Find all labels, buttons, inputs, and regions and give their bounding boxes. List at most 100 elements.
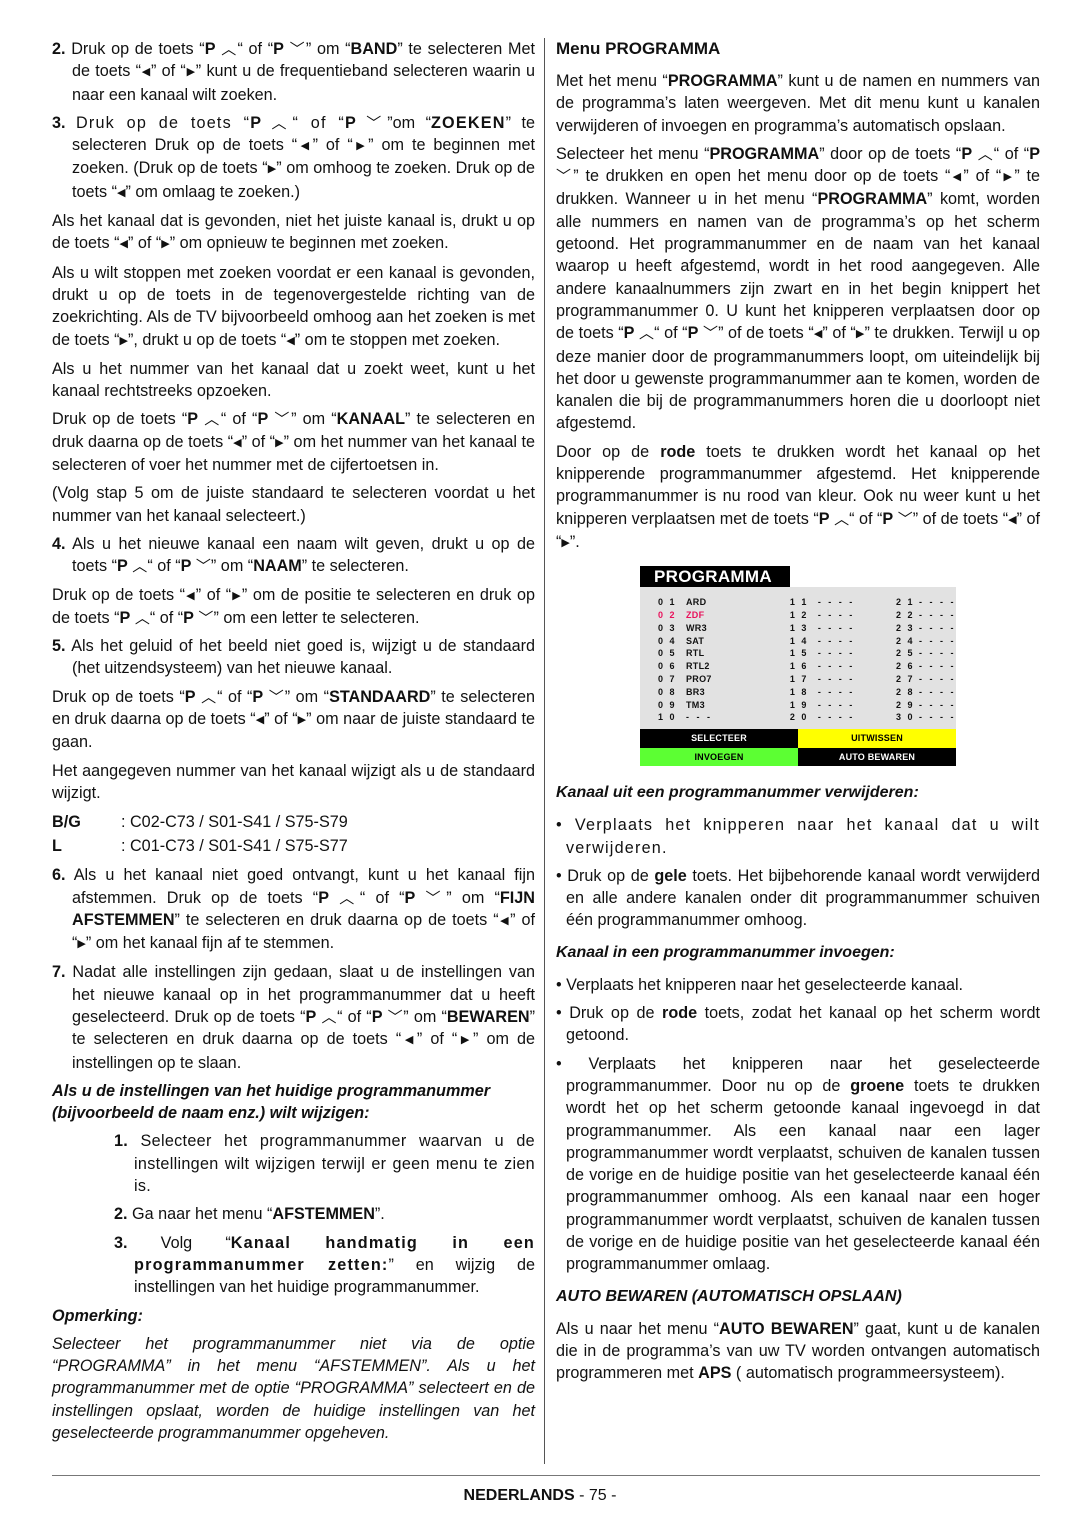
channel-row[interactable]: 0 5 RTL: [658, 647, 790, 660]
channel-row[interactable]: 1 4 - - - -: [790, 635, 896, 648]
paragraph-not-right-channel: Als het kanaal dat is gevonden, niet het…: [52, 212, 535, 253]
channel-name: - - - -: [817, 622, 855, 633]
paragraph-standaard: Druk op de toets “P ︿“ of “P ﹀” om “STAN…: [52, 687, 535, 752]
channel-name: - - - -: [817, 686, 855, 697]
channel-row[interactable]: 2 5 - - - -: [896, 647, 956, 660]
channel-row[interactable]: 1 1 - - - -: [790, 596, 896, 609]
chevron-down-icon: ﹀: [198, 608, 214, 627]
menu-buttons: SELECTEER UITWISSEN INVOEGEN AUTO BEWARE…: [640, 729, 956, 767]
channel-number: 0 4: [658, 635, 677, 646]
step-2: 2. Druk op de toets “P ︿“ of “P ﹀” om “B…: [52, 40, 535, 104]
channel-number: 1 4: [789, 635, 809, 646]
paragraph-direct-search: Als u het nummer van het kanaal dat u zo…: [52, 359, 535, 401]
note-text: Selecteer het programmanummer niet via d…: [52, 1334, 535, 1443]
right-arrow-icon: ▶: [457, 1034, 473, 1047]
substep-3: 3. Volg “Kanaal handmatig in een program…: [114, 1233, 535, 1297]
chevron-down-icon: ﹀: [425, 888, 447, 907]
left-arrow-icon: ◀: [297, 140, 313, 153]
channel-name: - - - -: [919, 648, 956, 659]
channel-name: - - - -: [919, 661, 956, 672]
channel-name: ARD: [686, 597, 707, 608]
channel-number: 2 5: [896, 648, 915, 659]
channel-name: - - - -: [817, 661, 855, 672]
channel-name: - - -: [686, 712, 713, 723]
heading-insert-channel: Kanaal in een programmanummer invoegen:: [556, 943, 895, 961]
step-5: 5. Als het geluid of het beeld niet goed…: [52, 637, 536, 678]
selecteer-button[interactable]: SELECTEER: [640, 729, 798, 748]
chevron-down-icon: ﹀: [195, 557, 211, 576]
chevron-up-icon: ︿: [834, 509, 850, 528]
left-arrow-icon: ◀: [286, 334, 295, 347]
chevron-down-icon: ﹀: [289, 40, 306, 58]
step-4: 4. Als u het nieuwe kanaal een naam wilt…: [52, 534, 535, 576]
channel-name: - - - -: [817, 635, 855, 646]
chevron-up-icon: ︿: [221, 40, 238, 58]
channel-row[interactable]: 2 7 - - - -: [896, 673, 956, 686]
channel-row[interactable]: 2 3 - - - -: [896, 622, 956, 635]
auto-bewaren-button[interactable]: AUTO BEWAREN: [798, 747, 956, 767]
left-arrow-icon: ◀: [119, 238, 128, 251]
channel-number: 1 3: [789, 622, 809, 633]
channel-row[interactable]: 1 2 - - - -: [790, 609, 896, 622]
paragraph-auto-bewaren: Als u naar het menu “AUTO BEWAREN” gaat,…: [556, 1319, 1040, 1383]
chevron-down-icon: ﹀: [268, 687, 285, 706]
paragraph-red-button: Door op de rode toets te drukken wordt h…: [556, 442, 1041, 551]
right-arrow-icon: ▶: [161, 238, 170, 251]
chevron-down-icon: ﹀: [702, 324, 719, 343]
channel-number: 2 8: [896, 686, 915, 697]
insert-bullet-3: • Verplaats het knipperen naar het gesel…: [556, 1054, 1040, 1274]
channel-row[interactable]: 3 0 - - - -: [896, 711, 956, 724]
channel-number: 1 5: [789, 648, 809, 659]
channel-name: SAT: [686, 635, 705, 646]
channel-row[interactable]: 1 9 - - - -: [790, 699, 896, 712]
channel-row[interactable]: 2 8 - - - -: [896, 686, 956, 699]
channel-name: TM3: [686, 699, 705, 710]
channel-number: 0 1: [658, 597, 677, 608]
channel-row[interactable]: 0 6 RTL2: [658, 660, 790, 673]
channel-row[interactable]: 0 9 TM3: [658, 699, 790, 712]
channel-row[interactable]: 2 4 - - - -: [896, 635, 956, 648]
footer-language: NEDERLANDS: [463, 1487, 575, 1504]
insert-bullet-2: • Druk op de rode toets, zodat het kanaa…: [556, 1004, 1040, 1045]
channel-row[interactable]: 2 0 - - - -: [790, 711, 896, 724]
invoegen-button[interactable]: INVOEGEN: [640, 747, 798, 767]
channel-number: 0 3: [658, 622, 677, 633]
channel-row[interactable]: 0 2 ZDF: [658, 609, 790, 622]
channel-range-bg: B/G : C02-C73 / S01-S41 / S75-S79: [52, 813, 348, 832]
channel-name: - - - -: [817, 699, 855, 710]
channel-name: PRO7: [686, 674, 712, 685]
channel-row[interactable]: 1 8 - - - -: [790, 686, 896, 699]
page-footer: NEDERLANDS - 75 -: [0, 1485, 1080, 1507]
right-arrow-icon: ▶: [1001, 171, 1015, 184]
chevron-up-icon: ︿: [132, 557, 148, 576]
channel-name: - - - -: [919, 674, 956, 685]
left-arrow-icon: ◀: [233, 436, 242, 449]
channel-row[interactable]: 0 8 BR3: [658, 686, 790, 699]
channel-row[interactable]: 0 7 PRO7: [658, 673, 790, 686]
channel-row[interactable]: 1 6 - - - -: [790, 660, 896, 673]
channel-list: 0 1 ARD 0 2 ZDF 0 3 WR3 0 4 SAT 0 5 RTL 0 6 RTL2 0 7…: [640, 587, 956, 730]
channel-row[interactable]: 1 3 - - - -: [790, 622, 896, 635]
insert-bullet-1: • Verplaats het knipperen naar het gesel…: [556, 975, 964, 994]
uitwissen-button[interactable]: UITWISSEN: [798, 729, 956, 748]
right-arrow-icon: ▶: [352, 140, 369, 153]
right-arrow-icon: ▶: [267, 163, 277, 176]
channel-name: BR3: [686, 686, 705, 697]
channel-row[interactable]: 2 6 - - - -: [896, 660, 956, 673]
channel-number: 2 6: [896, 661, 915, 672]
channel-row[interactable]: 0 4 SAT: [658, 635, 790, 648]
channel-row[interactable]: 0 1 ARD: [658, 596, 790, 609]
channel-row[interactable]: 0 3 WR3: [658, 622, 790, 635]
channel-row[interactable]: 2 2 - - - -: [896, 609, 956, 622]
channel-number: 0 5: [658, 648, 677, 659]
paragraph-kanaal: Druk op de toets “P ︿“ of “P ﹀” om “KANA…: [52, 410, 535, 475]
channel-row[interactable]: 1 0 - - -: [658, 711, 790, 724]
left-arrow-icon: ◀: [401, 1034, 417, 1047]
channel-row[interactable]: 1 7 - - - -: [790, 673, 896, 686]
left-arrow-icon: ◀: [185, 589, 196, 602]
channel-number: 1 0: [658, 712, 677, 723]
chevron-up-icon: ︿: [321, 1007, 338, 1026]
channel-row[interactable]: 1 5 - - - -: [790, 647, 896, 660]
channel-row[interactable]: 2 1 - - - -: [896, 596, 956, 609]
channel-row[interactable]: 2 9 - - - -: [896, 699, 956, 712]
